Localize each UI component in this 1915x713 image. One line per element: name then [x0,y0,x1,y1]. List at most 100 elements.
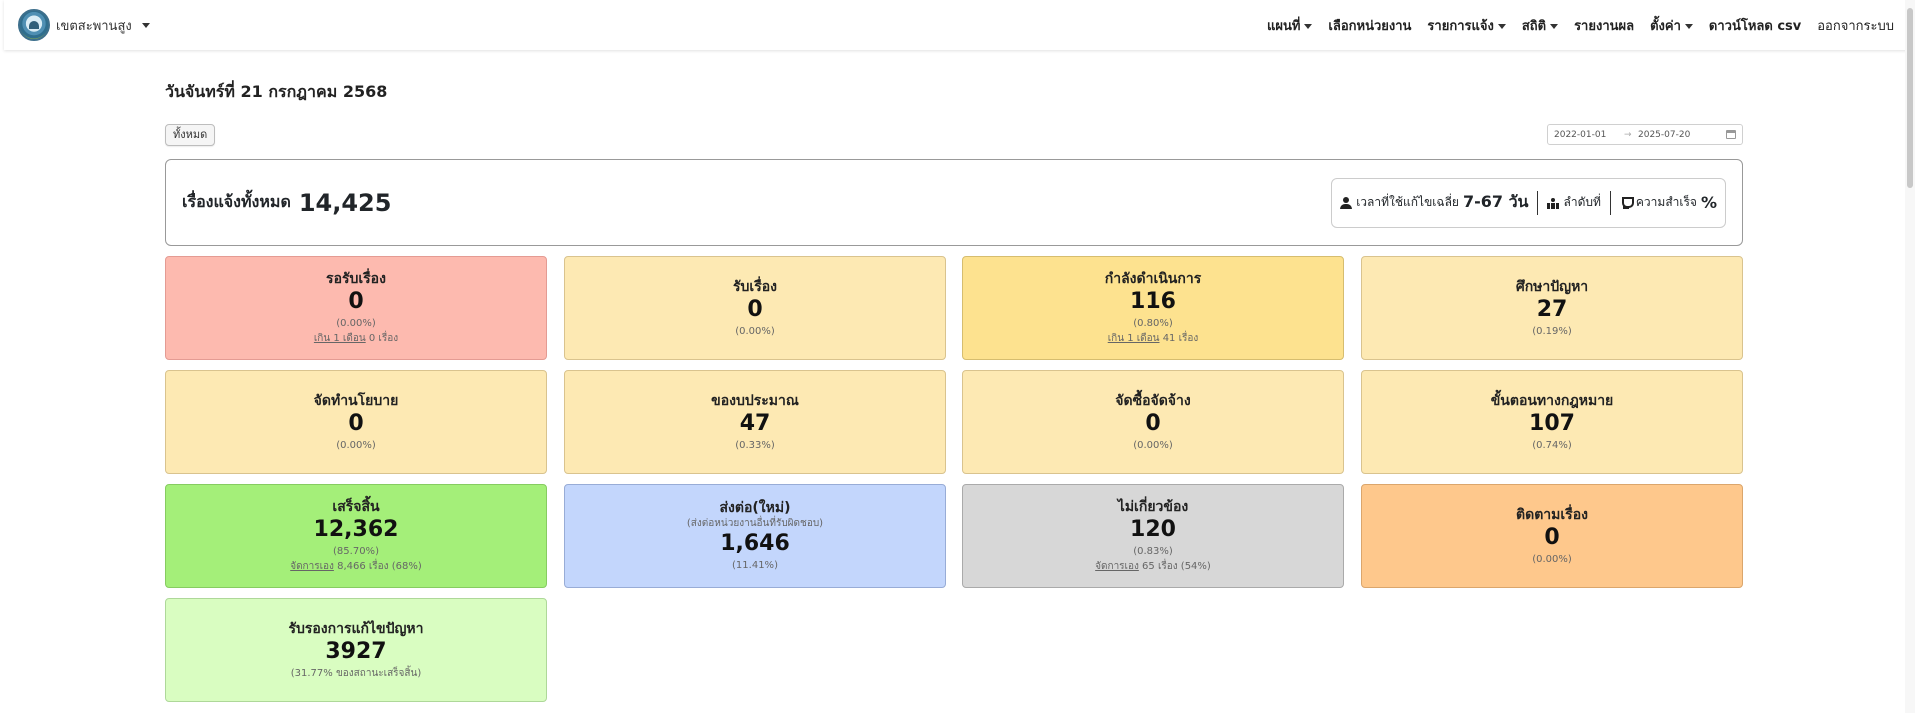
nav-item-map[interactable]: แผนที่ [1267,15,1313,36]
chevron-down-icon [141,22,150,28]
status-card-legal[interactable]: ขั้นตอนทางกฎหมาย 107 (0.74%) [1361,370,1743,474]
ranking-icon [1547,197,1560,209]
status-card-follow-up[interactable]: ติดตามเรื่อง 0 (0.00%) [1361,484,1743,588]
page-scrollbar[interactable] [1905,0,1915,713]
card-percent: (0.00%) [735,325,775,337]
chevron-down-icon [1550,23,1559,29]
card-footer: จัดการเอง 8,466 เรื่อง (68%) [290,561,422,572]
card-percent: (0.00%) [336,318,376,329]
status-card-forwarded[interactable]: ส่งต่อ(ใหม่) (ส่งต่อหน่วยงานอื่นที่รับผิ… [564,484,946,588]
nav-item-results[interactable]: รายงานผล [1574,15,1634,36]
summary-box: เรื่องแจ้งทั้งหมด 14,425 เวลาที่ใช้แก้ไข… [165,159,1743,246]
card-percent: (0.80%) [1133,318,1173,329]
card-title: ของบประมาณ [711,392,799,409]
top-navbar: เขตสะพานสูง แผนที่ เลือกหน่วยงาน รายการแ… [4,0,1908,50]
card-title: ส่งต่อ(ใหม่) [719,500,791,516]
card-percent: (85.70%) [333,546,379,557]
status-card-completed[interactable]: เสร็จสิ้น 12,362 (85.70%) จัดการเอง 8,46… [165,484,547,588]
card-percent: (0.33%) [735,439,775,451]
nav-item-settings[interactable]: ตั้งค่า [1650,15,1693,36]
user-clock-icon [1340,196,1353,209]
overdue-link[interactable]: เกิน 1 เดือน [1108,333,1160,344]
page-date-heading: วันจันทร์ที่ 21 กรกฎาคม 2568 [165,82,388,101]
card-percent: (0.19%) [1532,325,1572,337]
card-footer: เกิน 1 เดือน 41 เรื่อง [1107,333,1199,344]
stats-pill: เวลาที่ใช้แก้ไขเฉลี่ย 7-67 วัน ลำดับที่ … [1331,177,1726,228]
calendar-icon[interactable] [1726,130,1736,139]
card-value: 0 [348,289,364,314]
card-title: ขั้นตอนทางกฎหมาย [1490,392,1614,409]
card-footer: เกิน 1 เดือน 0 เรื่อง [313,333,399,344]
card-title: รับเรื่อง [733,278,777,295]
status-card-budget[interactable]: ของบประมาณ 47 (0.33%) [564,370,946,474]
success-label: ความสำเร็จ [1635,195,1697,209]
card-value: 0 [1145,410,1161,436]
card-percent: (0.83%) [1133,546,1173,557]
card-value: 27 [1536,296,1568,322]
card-value: 116 [1130,289,1176,314]
chevron-down-icon [1497,23,1506,29]
card-value: 1,646 [720,531,790,556]
status-card-in-progress[interactable]: กำลังดำเนินการ 116 (0.80%) เกิน 1 เดือน … [962,256,1344,360]
card-subtitle: (ส่งต่อหน่วยงานอื่นที่รับผิดชอบ) [686,518,824,529]
card-value: 120 [1130,517,1176,542]
avg-time-value: 7-67 วัน [1462,192,1529,211]
trophy-icon [1620,196,1634,209]
self-handled-link[interactable]: จัดการเอง [290,561,334,572]
self-handled-link[interactable]: จัดการเอง [1095,561,1139,572]
divider [1537,190,1539,215]
nav-item-statistics[interactable]: สถิติ [1522,15,1559,36]
card-footer: จัดการเอง 65 เรื่อง (54%) [1095,561,1211,572]
all-filter-button[interactable]: ทั้งหมด [165,124,216,146]
status-card-unrelated[interactable]: ไม่เกี่ยวข้อง 120 (0.83%) จัดการเอง 65 เ… [962,484,1344,588]
chevron-down-icon [1684,23,1693,29]
rank-stat: ลำดับที่ [1547,193,1601,212]
card-title: จัดซื้อจัดจ้าง [1115,392,1191,409]
status-card-certified[interactable]: รับรองการแก้ไขปัญหา 3927 (31.77% ของสถาน… [165,598,547,702]
card-title: รับรองการแก้ไขปัญหา [288,620,424,637]
status-card-procurement[interactable]: จัดซื้อจัดจ้าง 0 (0.00%) [962,370,1344,474]
date-from[interactable]: 2022-01-01 [1554,130,1624,140]
card-title: ติดตามเรื่อง [1516,506,1588,523]
card-value: 47 [739,410,771,436]
brand-dropdown[interactable]: เขตสะพานสูง [18,9,150,41]
nav-item-download-csv[interactable]: ดาวน์โหลด csv [1709,15,1801,36]
rank-label: ลำดับที่ [1563,195,1601,209]
date-range-picker[interactable]: 2022-01-01 → 2025-07-20 [1547,124,1743,145]
success-value: % [1700,193,1717,212]
card-percent: (0.74%) [1532,439,1572,451]
overdue-link[interactable]: เกิน 1 เดือน [314,333,366,344]
card-title: จัดทำนโยบาย [313,392,399,409]
card-title: รอรับเรื่อง [326,271,386,287]
card-value: 0 [1544,524,1560,550]
arrow-right-icon: → [1624,129,1632,140]
total-label: เรื่องแจ้งทั้งหมด [182,192,291,211]
card-value: 0 [348,410,364,436]
card-percent: (0.00%) [336,439,376,451]
card-percent: (11.41%) [732,560,778,571]
card-percent: (31.77% ของสถานะเสร็จสิ้น) [290,667,422,679]
nav-item-reports-list[interactable]: รายการแจ้ง [1427,15,1506,36]
scrollbar-thumb[interactable] [1907,8,1913,188]
card-title: กำลังดำเนินการ [1104,271,1202,287]
card-value: 3927 [325,638,387,664]
status-card-policy[interactable]: จัดทำนโยบาย 0 (0.00%) [165,370,547,474]
card-title: ไม่เกี่ยวข้อง [1117,499,1189,515]
status-card-pending[interactable]: รอรับเรื่อง 0 (0.00%) เกิน 1 เดือน 0 เรื… [165,256,547,360]
nav-item-select-agency[interactable]: เลือกหน่วยงาน [1328,15,1411,36]
card-title: ศึกษาปัญหา [1515,278,1589,295]
card-value: 0 [747,296,763,322]
date-to[interactable]: 2025-07-20 [1638,130,1716,140]
avg-time-stat: เวลาที่ใช้แก้ไขเฉลี่ย 7-67 วัน [1340,190,1528,215]
status-card-study[interactable]: ศึกษาปัญหา 27 (0.19%) [1361,256,1743,360]
divider [1609,190,1611,215]
nav-item-logout[interactable]: ออกจากระบบ [1817,15,1894,36]
success-stat: ความสำเร็จ % [1620,193,1717,212]
district-logo-icon [18,9,50,41]
card-percent: (0.00%) [1133,439,1173,451]
brand-label: เขตสะพานสูง [56,18,132,34]
status-card-received[interactable]: รับเรื่อง 0 (0.00%) [564,256,946,360]
total-value: 14,425 [298,188,392,217]
card-value: 107 [1529,410,1575,436]
card-title: เสร็จสิ้น [332,499,380,515]
